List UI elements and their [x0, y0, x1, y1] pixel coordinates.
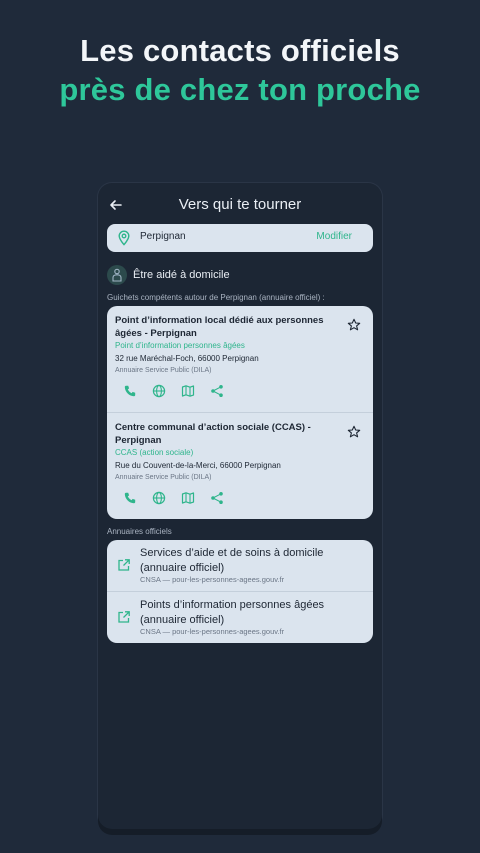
map-icon[interactable] — [181, 384, 195, 398]
annuaire-name: Points d’information personnes âgées (an… — [140, 599, 325, 626]
share-icon[interactable] — [210, 491, 224, 505]
location-bar: Perpignan Modifier — [107, 224, 373, 252]
location-city: Perpignan — [140, 231, 186, 242]
promo-line-1: Les contacts officiels — [80, 33, 400, 68]
modify-location-button[interactable]: Modifier — [316, 231, 352, 242]
phone-icon[interactable] — [123, 384, 137, 398]
annuaires-caption: Annuaires officiels — [107, 527, 172, 536]
guichet-address: Rue du Couvent-de-la-Merci, 66000 Perpig… — [115, 461, 281, 470]
guichet-source: Annuaire Service Public (DILA) — [115, 474, 212, 481]
phone-icon[interactable] — [123, 491, 137, 505]
guichets-card: Point d’information local dédié aux pers… — [107, 306, 373, 519]
helper-person-icon — [107, 265, 127, 285]
guichet-category: Point d’information personnes âgées — [115, 341, 245, 350]
star-icon[interactable] — [347, 425, 361, 444]
section-title: Être aidé à domicile — [133, 269, 230, 281]
list-item[interactable]: Points d’information personnes âgées (an… — [107, 591, 373, 643]
annuaire-source: CNSA — pour-les-personnes-agees.gouv.fr — [140, 627, 285, 636]
guichet-name: Centre communal d’action sociale (CCAS) … — [115, 422, 311, 446]
page-title: Vers qui te tourner — [178, 196, 302, 213]
external-link-icon — [117, 558, 131, 577]
share-icon[interactable] — [210, 384, 224, 398]
map-icon[interactable] — [181, 491, 195, 505]
guichet-actions — [123, 384, 239, 398]
guichet-category: CCAS (action sociale) — [115, 448, 194, 457]
star-icon[interactable] — [347, 318, 361, 337]
list-item[interactable]: Services d’aide et de soins à domicile (… — [107, 540, 373, 591]
guichet-actions — [123, 491, 239, 505]
guichet-address: 32 rue Maréchal-Foch, 66000 Perpignan — [115, 354, 259, 363]
annuaire-source: CNSA — pour-les-personnes-agees.gouv.fr — [140, 575, 285, 584]
promo-headline: Les contacts officiels près de chez ton … — [0, 32, 480, 110]
list-item[interactable]: Point d’information local dédié aux pers… — [107, 306, 373, 412]
location-pin-icon — [117, 230, 131, 246]
globe-icon[interactable] — [152, 384, 166, 398]
external-link-icon — [117, 610, 131, 629]
list-item[interactable]: Centre communal d’action sociale (CCAS) … — [107, 412, 373, 519]
top-bar: Vers qui te tourner — [98, 183, 382, 227]
guichets-caption: Guichets compétents autour de Perpignan … — [107, 293, 325, 302]
phone-screen: Vers qui te tourner Perpignan Modifier Ê… — [98, 183, 382, 829]
guichet-name: Point d’information local dédié aux pers… — [115, 315, 324, 339]
guichet-source: Annuaire Service Public (DILA) — [115, 367, 212, 374]
annuaires-card: Services d’aide et de soins à domicile (… — [107, 540, 373, 643]
annuaire-name: Services d’aide et de soins à domicile (… — [140, 547, 324, 574]
globe-icon[interactable] — [152, 491, 166, 505]
promo-line-2: près de chez ton proche — [59, 72, 421, 107]
